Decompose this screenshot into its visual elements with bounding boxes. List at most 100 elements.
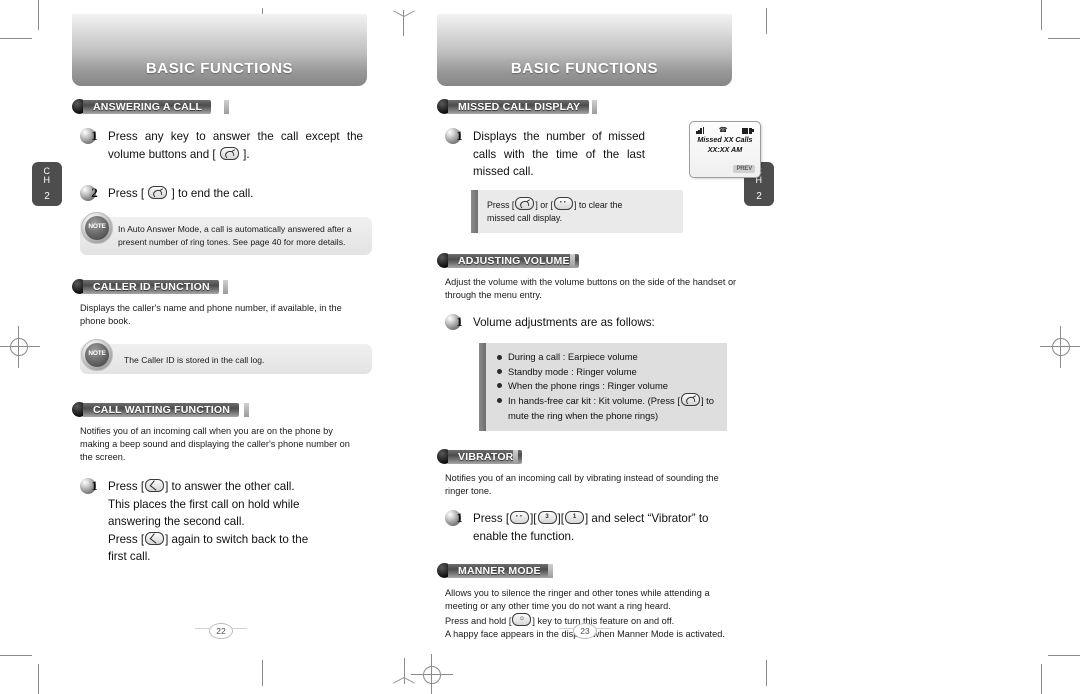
step-vibrator: 1 Press [][3][1] and select “Vibrator” t… (437, 509, 767, 545)
step-volume-adjustments: 1 Volume adjustments are as follows: (437, 314, 767, 334)
tip-text-c: ] to clear the (573, 199, 623, 210)
step-end-call: 2 Press [ ] to end the call. (72, 185, 402, 205)
step-text-b: ][ (530, 511, 537, 525)
chapter-tab-left: C H 2 (32, 162, 62, 206)
section-header-bar: MANNER MODE (448, 564, 550, 579)
talk-key-icon (145, 478, 165, 492)
step-number: 1 (91, 477, 98, 493)
tip-box-accent-bar (471, 189, 478, 234)
step-number-ball: 1 (80, 477, 101, 496)
list-item-text-b: ] to (700, 395, 714, 407)
section-title: ADJUSTING VOLUME (458, 255, 570, 268)
crop-mark-lower-inner-left (262, 660, 263, 686)
step-number: 1 (456, 128, 463, 143)
section-header-vibrator: VIBRATOR (437, 448, 767, 466)
note-badge-icon: NOTE (81, 339, 113, 372)
send-end-key-icon (219, 146, 239, 160)
step-line3: answering the second call. (108, 515, 245, 529)
step-text: Press [ ] to answer the other call. This … (108, 478, 358, 566)
note-text: The Caller ID is stored in the call log. (124, 355, 265, 366)
chapter-tab-left-h: H (43, 174, 51, 185)
step-number-ball: 1 (445, 313, 466, 332)
dots-key-icon (510, 510, 530, 524)
dots-key-icon (553, 196, 573, 210)
section-header-cap (592, 100, 597, 114)
crop-mark-bottom-right-h (1048, 655, 1080, 656)
list-item: When the phone rings : Ringer volume (497, 379, 719, 393)
step-text: Volume adjustments are as follows: (473, 316, 655, 330)
note-badge-icon: NOTE (81, 212, 113, 245)
step-text-d: ] and select “Vibrator” to (584, 511, 709, 525)
step-number-ball: 1 (445, 127, 466, 146)
caller-id-intro: Displays the caller's name and phone num… (80, 303, 342, 327)
section-title: ANSWERING A CALL (93, 101, 203, 113)
crop-mark-bottom-left-h (0, 655, 32, 656)
manner-mode-line2: meeting or any other time you do not wan… (445, 601, 671, 612)
step-call-waiting: 1 Press [ ] to answer the other call. Thi… (72, 477, 402, 566)
step-missed-call: 1 Displays the number of missed calls wi… (437, 128, 767, 181)
left-page-title: BASIC FUNCTIONS (145, 60, 294, 77)
step-text-e: enable the function. (473, 529, 575, 543)
digit-3-key-icon: 3 (537, 510, 557, 524)
list-item: Standby mode : Ringer volume (497, 365, 719, 379)
step-line5: first call. (108, 550, 151, 564)
step-text-a: Press [ (473, 511, 510, 525)
manner-mode-line1: Allows you to silence the ringer and oth… (445, 588, 710, 599)
manual-page-spread: C H 2 C H 2 BASIC FUNCTIONS ANSWERING A … (0, 0, 1080, 694)
tip-text-a: Press [ (487, 199, 515, 210)
step-line2: This places the first call on hold while (108, 497, 300, 511)
note-box-auto-answer: NOTE In Auto Answer Mode, a call is auto… (80, 212, 372, 256)
fold-mark-bottom (393, 658, 415, 684)
right-page: BASIC FUNCTIONS MISSED CALL DISPLAY ☎ Mi… (437, 14, 767, 641)
section-header-bar: CALL WAITING FUNCTION (83, 402, 239, 417)
step-text-before: Press [ (108, 187, 145, 201)
section-header-manner-mode: MANNER MODE (437, 563, 767, 580)
section-title: VIBRATOR (458, 450, 514, 463)
vibrator-intro: Notifies you of an incoming call by vibr… (445, 472, 719, 496)
left-page: BASIC FUNCTIONS ANSWERING A CALL 1 Press… (72, 14, 402, 566)
registration-mark-right (1040, 326, 1080, 368)
step-text: Displays the number of missed calls with… (473, 130, 645, 179)
page-number-left-value: 22 (209, 623, 233, 639)
crop-mark-top-left-v (38, 0, 39, 30)
section-header-cap (513, 449, 518, 464)
step-number-ball: 2 (80, 184, 101, 203)
tip-text: Press [] or [] to clear the missed call … (487, 196, 675, 225)
step-line4-b: ] again to switch back to the (165, 532, 309, 546)
right-page-banner: BASIC FUNCTIONS (437, 14, 732, 86)
list-item-text-c: mute the ring when the phone rings) (508, 409, 659, 421)
section-title: CALLER ID FUNCTION (93, 281, 210, 294)
step-line1-a: Press [ (108, 479, 145, 493)
list-item-text-a: In hands-free car kit : Kit volume. (Pre… (508, 395, 680, 407)
tip-text-d: missed call display. (487, 213, 563, 224)
step-text: Press any key to answer the call except … (108, 128, 363, 163)
step-line1-b: ] to answer the other call. (165, 479, 295, 493)
send-end-key-icon (148, 186, 168, 200)
send-end-key-icon (515, 196, 535, 210)
section-header-cap (224, 100, 229, 114)
step-number: 1 (456, 314, 463, 330)
section-header-adjusting-volume: ADJUSTING VOLUME (437, 253, 767, 270)
left-page-banner: BASIC FUNCTIONS (72, 14, 367, 86)
section-header-bar: ADJUSTING VOLUME (448, 254, 579, 269)
section-title: CALL WAITING FUNCTION (93, 403, 230, 416)
section-header-bar: ANSWERING A CALL (83, 100, 212, 114)
talk-key-icon (145, 531, 165, 545)
section-header-cap (548, 564, 553, 579)
volume-bullet-list: During a call : Earpiece volume Standby … (497, 350, 719, 422)
tip-box-clear-missed-call: Press [] or [] to clear the missed call … (471, 189, 683, 234)
section-header-cap (223, 280, 228, 295)
page-number-right: 23 (525, 621, 645, 639)
registration-mark-bottom-center (411, 654, 453, 694)
step-line4-a: Press [ (108, 532, 145, 546)
page-number-wing-left (195, 628, 211, 629)
section-header-cap (244, 402, 249, 417)
digit-1-key-icon: 1 (564, 510, 584, 524)
list-item: During a call : Earpiece volume (497, 350, 719, 364)
step-text-after: ] to end the call. (171, 187, 254, 201)
note-text: In Auto Answer Mode, a call is automatic… (118, 224, 352, 247)
send-end-key-icon (680, 393, 700, 407)
step-number: 1 (456, 509, 463, 525)
chapter-tab-left-number: 2 (44, 191, 50, 202)
page-number-wing-right (231, 628, 247, 629)
